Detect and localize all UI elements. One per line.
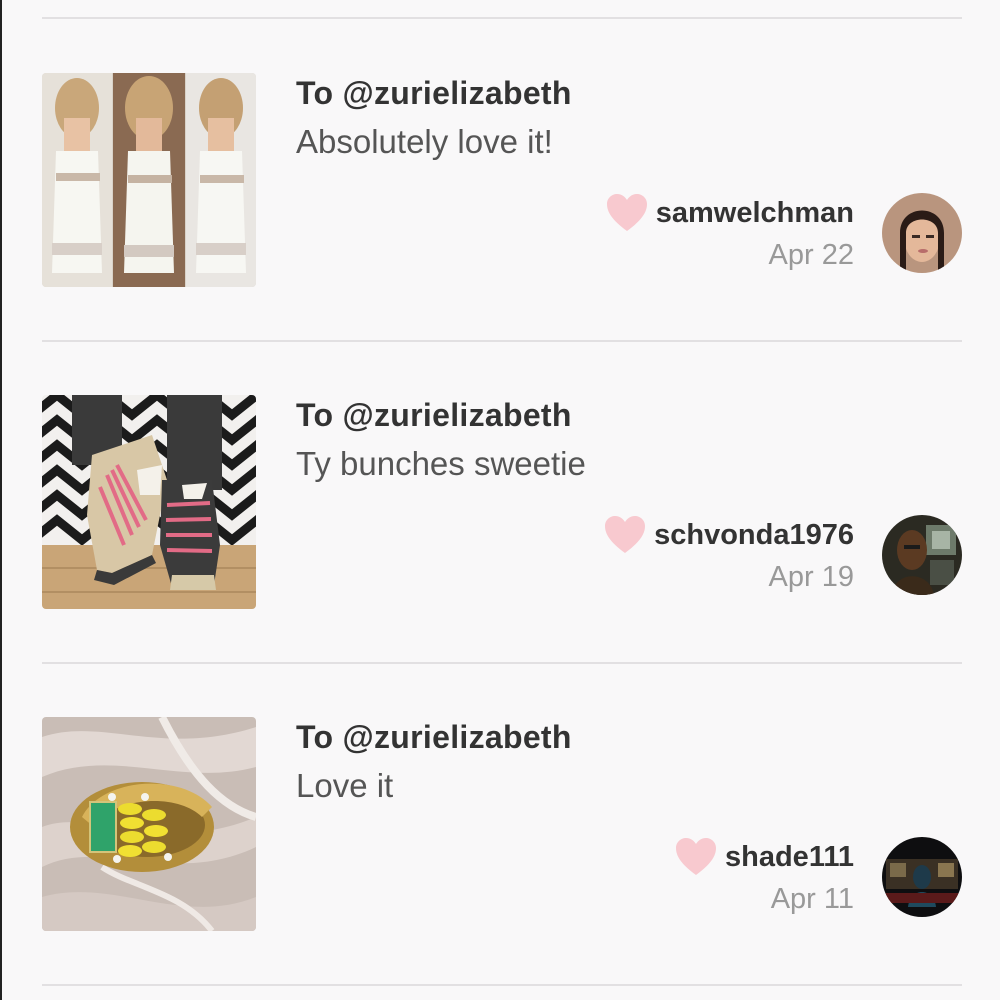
- user-avatar[interactable]: [882, 837, 962, 917]
- white-dress-photo[interactable]: [42, 73, 256, 287]
- comment-text: Absolutely love it!: [296, 123, 553, 160]
- comment-meta: samwelchman Apr 22: [606, 191, 854, 272]
- feed-item[interactable]: To @zurielizabeth Ty bunches sweetie sch…: [42, 395, 962, 609]
- comment-date: Apr 11: [770, 883, 854, 915]
- username-link[interactable]: schvonda1976: [654, 519, 854, 552]
- heart-icon[interactable]: [675, 837, 717, 877]
- comment-meta: shade111 Apr 11: [675, 835, 854, 916]
- feed-item[interactable]: To @zurielizabeth Absolutely love it! sa…: [42, 73, 962, 287]
- divider: [42, 984, 962, 986]
- recipient-label[interactable]: To @zurielizabeth: [296, 75, 572, 112]
- comment-date: Apr 22: [768, 239, 854, 271]
- user-avatar[interactable]: [882, 515, 962, 595]
- recipient-label[interactable]: To @zurielizabeth: [296, 397, 572, 434]
- divider: [42, 340, 962, 342]
- feed-item[interactable]: To @zurielizabeth Love it shade111 Apr 1…: [42, 717, 962, 931]
- heart-icon[interactable]: [606, 193, 648, 233]
- comment-date: Apr 19: [768, 561, 854, 593]
- username-link[interactable]: samwelchman: [656, 197, 854, 230]
- comment-text: Ty bunches sweetie: [296, 445, 586, 482]
- username-link[interactable]: shade111: [725, 841, 854, 874]
- recipient-label[interactable]: To @zurielizabeth: [296, 719, 572, 756]
- user-avatar[interactable]: [882, 193, 962, 273]
- activity-feed: To @zurielizabeth Absolutely love it! sa…: [0, 0, 1000, 1000]
- divider: [42, 662, 962, 664]
- sneakers-photo[interactable]: [42, 395, 256, 609]
- divider: [42, 17, 962, 19]
- comment-meta: schvonda1976 Apr 19: [604, 513, 854, 594]
- bracelet-photo[interactable]: [42, 717, 256, 931]
- heart-icon[interactable]: [604, 515, 646, 555]
- comment-text: Love it: [296, 767, 394, 804]
